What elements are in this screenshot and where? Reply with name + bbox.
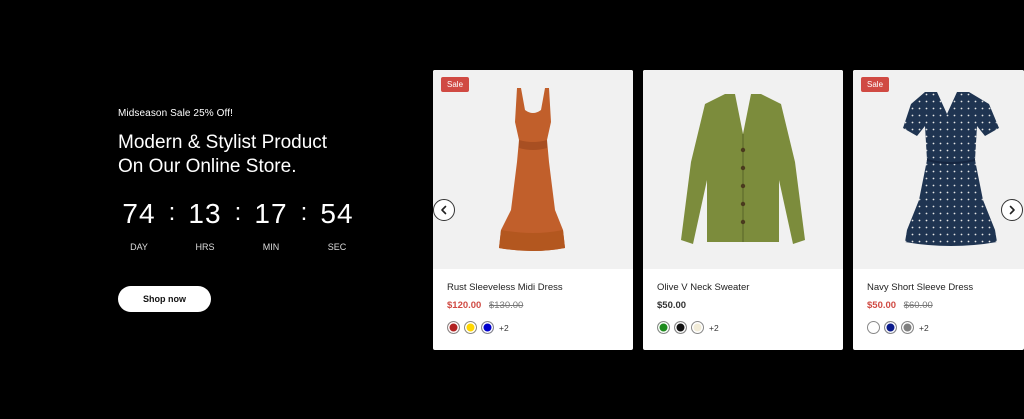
product-image[interactable]: Sale bbox=[853, 70, 1024, 269]
shop-now-button[interactable]: Shop now bbox=[118, 286, 211, 312]
product-image[interactable] bbox=[643, 70, 843, 269]
headline-line-2: On Our Online Store. bbox=[118, 156, 297, 177]
countdown-separator: : bbox=[234, 199, 242, 226]
promo-eyebrow: Midseason Sale 25% Off! bbox=[118, 108, 233, 119]
product-name[interactable]: Olive V Neck Sweater bbox=[657, 282, 749, 293]
product-price: $120.00 bbox=[447, 300, 482, 311]
color-swatches: +2 bbox=[657, 321, 719, 334]
color-swatch-green[interactable] bbox=[657, 321, 670, 334]
chevron-right-icon bbox=[1009, 205, 1015, 215]
carousel-prev-button[interactable] bbox=[433, 199, 455, 221]
product-name[interactable]: Navy Short Sleeve Dress bbox=[867, 282, 973, 293]
countdown-value: 13 bbox=[188, 198, 222, 229]
carousel-next-button[interactable] bbox=[1001, 199, 1023, 221]
sale-badge: Sale bbox=[441, 77, 470, 92]
product-old-price: $60.00 bbox=[903, 300, 933, 311]
color-swatch-white[interactable] bbox=[867, 321, 880, 334]
color-swatch-black[interactable] bbox=[674, 321, 687, 334]
color-swatches: +2 bbox=[867, 321, 929, 334]
countdown-minutes: 17 MIN bbox=[250, 198, 292, 252]
color-swatches: +2 bbox=[447, 321, 509, 334]
countdown-label: SEC bbox=[327, 242, 347, 252]
countdown-separator: : bbox=[300, 199, 308, 226]
navy-polka-dress-image bbox=[903, 92, 999, 246]
color-swatch-red[interactable] bbox=[447, 321, 460, 334]
price-row: $120.00 $130.00 bbox=[447, 300, 523, 311]
product-old-price: $130.00 bbox=[488, 300, 524, 311]
product-name[interactable]: Rust Sleeveless Midi Dress bbox=[447, 282, 563, 293]
price-row: $50.00 $60.00 bbox=[867, 300, 933, 311]
countdown-value: 17 bbox=[254, 198, 288, 229]
product-price: $50.00 bbox=[867, 300, 897, 311]
chevron-left-icon bbox=[441, 205, 447, 215]
color-swatch-yellow[interactable] bbox=[464, 321, 477, 334]
product-card[interactable]: Sale Rust Sleeveless Midi Dress $120.00 … bbox=[433, 70, 633, 350]
product-image[interactable]: Sale bbox=[433, 70, 633, 269]
headline-line-1: Modern & Stylist Product bbox=[118, 132, 328, 153]
product-card[interactable]: Sale Navy Short Sleeve Dress $50.00 $60.… bbox=[853, 70, 1024, 350]
product-price: $50.00 bbox=[657, 300, 687, 311]
color-swatch-navy[interactable] bbox=[884, 321, 897, 334]
olive-cardigan-image bbox=[681, 94, 805, 244]
more-colors-count[interactable]: +2 bbox=[499, 323, 509, 333]
product-card[interactable]: Olive V Neck Sweater $50.00 +2 bbox=[643, 70, 843, 350]
more-colors-count[interactable]: +2 bbox=[919, 323, 929, 333]
countdown-hours: 13 HRS bbox=[184, 198, 226, 252]
countdown-value: 74 bbox=[122, 198, 156, 229]
rust-dress-image bbox=[499, 88, 565, 251]
countdown-label: MIN bbox=[262, 242, 280, 252]
promo-section: Midseason Sale 25% Off! Modern & Stylist… bbox=[118, 108, 408, 312]
color-swatch-cream[interactable] bbox=[691, 321, 704, 334]
price-row: $50.00 bbox=[657, 300, 686, 311]
sale-badge: Sale bbox=[861, 77, 890, 92]
countdown-value: 54 bbox=[320, 198, 354, 229]
countdown-separator: : bbox=[168, 199, 176, 226]
countdown-label: DAY bbox=[130, 242, 148, 252]
promo-headline: Modern & Stylist Product On Our Online S… bbox=[118, 131, 408, 179]
countdown-seconds: 54 SEC bbox=[316, 198, 358, 252]
color-swatch-blue[interactable] bbox=[481, 321, 494, 334]
countdown-label: HRS bbox=[195, 242, 215, 252]
more-colors-count[interactable]: +2 bbox=[709, 323, 719, 333]
countdown-days: 74 DAY bbox=[118, 198, 160, 252]
countdown-timer: 74 DAY : 13 HRS : 17 MIN : 54 SEC bbox=[118, 198, 358, 252]
color-swatch-gray[interactable] bbox=[901, 321, 914, 334]
